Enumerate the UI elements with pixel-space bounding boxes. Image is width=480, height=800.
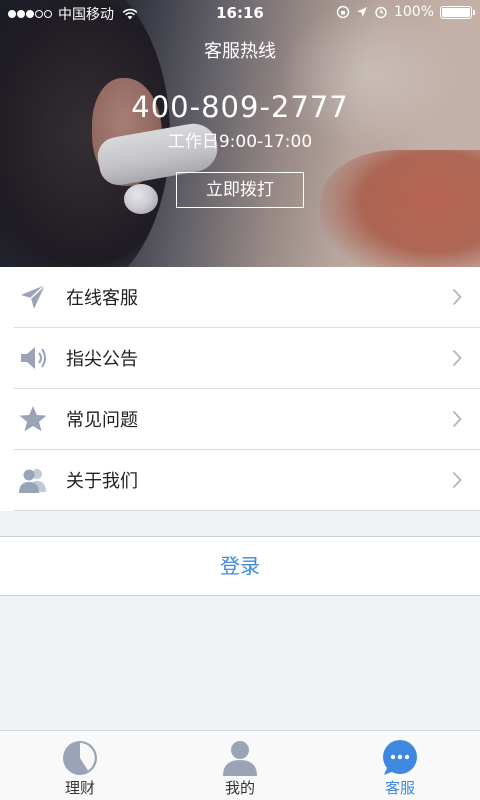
menu-item-label: 在线客服 (66, 288, 138, 309)
battery-icon (440, 5, 475, 19)
tab-mine[interactable]: 我的 (160, 731, 320, 800)
menu-item-announcements[interactable]: 指尖公告 (14, 328, 480, 389)
battery-percent: 100% (393, 4, 434, 20)
menu-item-label: 指尖公告 (66, 349, 138, 370)
alarm-icon (375, 6, 387, 19)
rotation-lock-icon (336, 5, 350, 19)
hotline-number: 400-809-2777 (131, 90, 349, 124)
call-now-button[interactable]: 立即拨打 (176, 172, 304, 208)
login-button[interactable]: 登录 (0, 536, 480, 596)
chat-bubble-icon (383, 740, 417, 775)
tab-label: 客服 (384, 779, 415, 797)
user-icon (223, 741, 257, 776)
location-arrow-icon (356, 7, 367, 17)
pie-chart-icon (63, 741, 97, 775)
tab-customer-service[interactable]: 客服 (320, 731, 480, 800)
tab-bar: 理财 我的 客服 (0, 730, 480, 800)
hotline-hours: 工作日9:00-17:00 (167, 132, 313, 152)
menu-item-about-us[interactable]: 关于我们 (14, 450, 480, 511)
chevron-right-icon (452, 349, 462, 367)
menu-item-label: 常见问题 (66, 410, 138, 431)
chevron-right-icon (452, 288, 462, 306)
service-menu: 在线客服 指尖公告 常见问题 关于我们 (0, 267, 480, 511)
speaker-icon (21, 347, 46, 369)
menu-item-label: 关于我们 (66, 471, 138, 492)
menu-item-faq[interactable]: 常见问题 (14, 389, 480, 450)
tab-label: 我的 (224, 779, 255, 797)
send-icon (21, 284, 46, 309)
tab-finance[interactable]: 理财 (0, 731, 160, 800)
tab-label: 理财 (64, 779, 95, 797)
menu-item-online-service[interactable]: 在线客服 (14, 267, 480, 328)
chevron-right-icon (452, 471, 462, 489)
star-icon (19, 406, 47, 432)
people-icon (19, 469, 46, 493)
chevron-right-icon (452, 410, 462, 428)
status-bar: 中国移动 16:16 100% (0, 0, 480, 26)
hotline-title: 客服热线 (204, 41, 276, 62)
hero-banner: 中国移动 16:16 100% 客服热线 400-809-2777 工作日9:0… (0, 0, 480, 267)
